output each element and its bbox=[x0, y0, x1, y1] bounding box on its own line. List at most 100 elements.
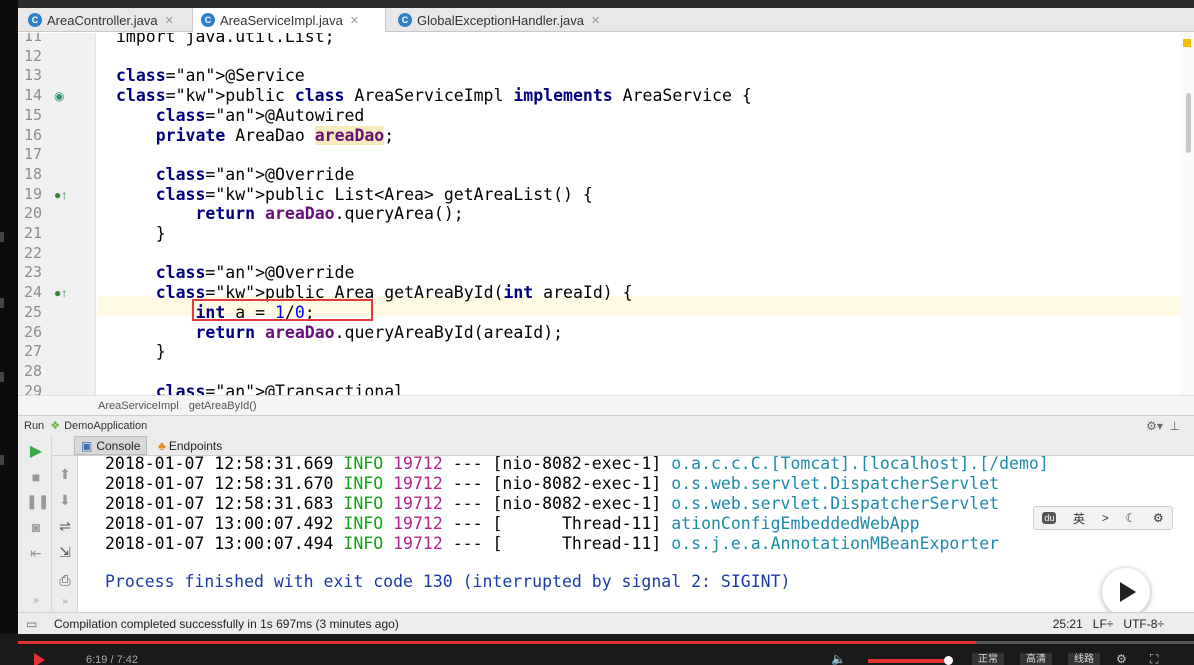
left-edge-strip bbox=[0, 0, 18, 634]
video-progress[interactable] bbox=[18, 641, 1194, 644]
editor-scrollbar[interactable] bbox=[1180, 33, 1194, 395]
soft-wrap-icon[interactable]: ⇌ bbox=[55, 518, 75, 535]
close-icon[interactable]: ✕ bbox=[165, 14, 174, 27]
pause-icon[interactable]: ❚❚ bbox=[26, 493, 49, 510]
exit-icon[interactable]: ⇤ bbox=[26, 545, 46, 562]
ime-language[interactable]: 英 bbox=[1073, 510, 1085, 527]
panel-toggle-icon[interactable]: ▭ bbox=[26, 617, 37, 631]
code-line: return areaDao.queryAreaById(areaId); bbox=[195, 322, 564, 342]
gear-icon[interactable]: ⚙ bbox=[1116, 652, 1127, 665]
tab-label: Endpoints bbox=[168, 438, 223, 453]
print-icon[interactable]: ⎙ bbox=[55, 572, 75, 589]
video-progress-fill bbox=[18, 641, 977, 644]
moon-icon[interactable]: ☾ bbox=[1125, 511, 1136, 525]
console-tab-bar: ▣ Console ♣ Endpoints bbox=[52, 435, 1194, 456]
status-bar: ▭ Compilation completed successfully in … bbox=[18, 612, 1194, 634]
line-number: 27 bbox=[24, 342, 43, 361]
file-encoding[interactable]: UTF-8÷ bbox=[1123, 617, 1164, 631]
code-editor[interactable]: 11 12 13 14 ◉ 15 16 17 18 19 ●↑ 20 21 22 23 24 ●↑ 25 26 27 2… bbox=[18, 33, 1194, 395]
down-arrow-icon[interactable]: ⬇ bbox=[55, 492, 75, 509]
override-icon[interactable]: ●↑ bbox=[54, 286, 67, 300]
line-number: 24 bbox=[24, 283, 43, 302]
video-control-bar bbox=[0, 634, 1194, 665]
scroll-end-icon[interactable]: ⇲ bbox=[55, 544, 75, 561]
scroll-thumb[interactable] bbox=[1186, 93, 1191, 153]
editor-tab-bar: C AreaController.java ✕ C AreaServiceImp… bbox=[18, 8, 1194, 32]
tab-label: AreaController.java bbox=[47, 12, 158, 28]
line-select-button[interactable]: 线路 bbox=[1068, 653, 1100, 665]
line-number: 16 bbox=[24, 125, 43, 144]
line-number: 25 bbox=[24, 302, 43, 321]
breadcrumb-class[interactable]: AreaServiceImpl bbox=[98, 400, 179, 412]
close-icon[interactable]: ✕ bbox=[350, 14, 359, 27]
code-line: class="an">@Override bbox=[155, 164, 355, 184]
spring-bean-icon[interactable]: ◉ bbox=[54, 89, 64, 103]
tab-area-service-impl[interactable]: C AreaServiceImpl.java ✕ bbox=[192, 8, 386, 32]
volume-bar[interactable] bbox=[868, 659, 948, 663]
volume-icon[interactable]: 🔈 bbox=[831, 652, 846, 665]
log-line: 2018-01-07 12:58:31.670 INFO 19712 --- [… bbox=[105, 474, 1000, 493]
line-number: 18 bbox=[24, 164, 43, 183]
up-arrow-icon[interactable]: ⬆ bbox=[55, 466, 75, 483]
status-right: 25:21 LF÷ UTF-8÷ bbox=[1053, 617, 1164, 631]
console-icon: ▣ bbox=[81, 438, 93, 453]
top-strip bbox=[18, 0, 1194, 8]
code-line: return areaDao.queryArea(); bbox=[195, 204, 464, 224]
tab-console[interactable]: ▣ Console bbox=[74, 436, 148, 455]
log-line: 2018-01-07 13:00:07.492 INFO 19712 --- [… bbox=[105, 514, 920, 533]
run-config-name[interactable]: DemoApplication bbox=[64, 420, 147, 432]
line-number: 19 bbox=[24, 184, 43, 203]
tab-endpoints[interactable]: ♣ Endpoints bbox=[152, 436, 228, 455]
ime-logo-icon: du bbox=[1042, 512, 1057, 524]
video-play-button[interactable] bbox=[1102, 568, 1150, 616]
tab-area-controller[interactable]: C AreaController.java ✕ bbox=[20, 8, 188, 32]
run-label: Run bbox=[24, 419, 45, 432]
quality-normal-button[interactable]: 正常 bbox=[972, 653, 1004, 665]
highlight-box bbox=[192, 299, 373, 321]
breadcrumb: AreaServiceImpl getAreaById() bbox=[18, 395, 1194, 415]
line-separator[interactable]: LF÷ bbox=[1093, 617, 1114, 631]
more-icon[interactable]: » bbox=[26, 595, 46, 606]
fullscreen-icon[interactable]: ⛶ bbox=[1150, 652, 1158, 665]
line-number: 14 bbox=[24, 86, 43, 105]
quality-hd-button[interactable]: 高清 bbox=[1020, 653, 1052, 665]
edge-tick bbox=[0, 372, 4, 382]
log-line: 2018-01-07 12:58:31.683 INFO 19712 --- [… bbox=[105, 494, 1000, 513]
more-icon[interactable]: » bbox=[55, 596, 75, 607]
camera-icon[interactable]: ◙ bbox=[26, 519, 46, 535]
console-output[interactable]: 2018-01-07 12:58:31.669 INFO 19712 --- [… bbox=[78, 456, 1194, 615]
line-number: 28 bbox=[24, 361, 43, 380]
ime-punct-icon[interactable]: ˃ bbox=[1102, 511, 1109, 525]
code-line: } bbox=[116, 224, 166, 243]
edge-tick bbox=[0, 298, 4, 308]
close-icon[interactable]: ✕ bbox=[591, 14, 600, 27]
endpoints-icon: ♣ bbox=[158, 438, 166, 453]
override-icon[interactable]: ●↑ bbox=[54, 188, 67, 202]
code-line: class="an">@Service bbox=[116, 66, 305, 86]
code-line: class="an">@Autowired bbox=[155, 105, 365, 125]
line-number-gutter: 11 12 13 14 ◉ 15 16 17 18 19 ●↑ 20 21 22 23 24 ●↑ 25 26 27 2… bbox=[18, 33, 96, 395]
code-line: } bbox=[116, 342, 166, 362]
gear-icon[interactable]: ⚙▾ ⊥ bbox=[1146, 419, 1180, 433]
class-icon: C bbox=[201, 13, 215, 27]
tab-label: Console bbox=[96, 438, 141, 453]
warning-marker bbox=[1183, 39, 1191, 47]
stop-icon[interactable]: ■ bbox=[26, 469, 46, 485]
volume-knob[interactable] bbox=[944, 656, 953, 665]
rerun-icon[interactable]: ▶ bbox=[26, 441, 46, 461]
log-line: 2018-01-07 13:00:07.494 INFO 19712 --- [… bbox=[105, 534, 1000, 553]
tab-global-exception-handler[interactable]: C GlobalExceptionHandler.java ✕ bbox=[390, 8, 620, 32]
line-number: 21 bbox=[24, 224, 43, 242]
video-time: 6:19 / 7:42 bbox=[86, 654, 138, 665]
spring-icon: ❖ bbox=[50, 420, 61, 432]
breadcrumb-method[interactable]: getAreaById() bbox=[189, 400, 257, 412]
exit-message: Process finished with exit code 130 (int… bbox=[105, 572, 791, 591]
line-number: 20 bbox=[24, 204, 43, 223]
caret-position[interactable]: 25:21 bbox=[1053, 617, 1083, 631]
gear-icon[interactable]: ⚙ bbox=[1153, 511, 1164, 525]
status-message: Compilation completed successfully in 1s… bbox=[54, 616, 399, 631]
line-number: 29 bbox=[24, 381, 43, 395]
code-line: class="an">@Transactional bbox=[155, 381, 405, 395]
ide-window: C AreaController.java ✕ C AreaServiceImp… bbox=[18, 0, 1194, 665]
video-play-icon[interactable] bbox=[34, 653, 45, 665]
